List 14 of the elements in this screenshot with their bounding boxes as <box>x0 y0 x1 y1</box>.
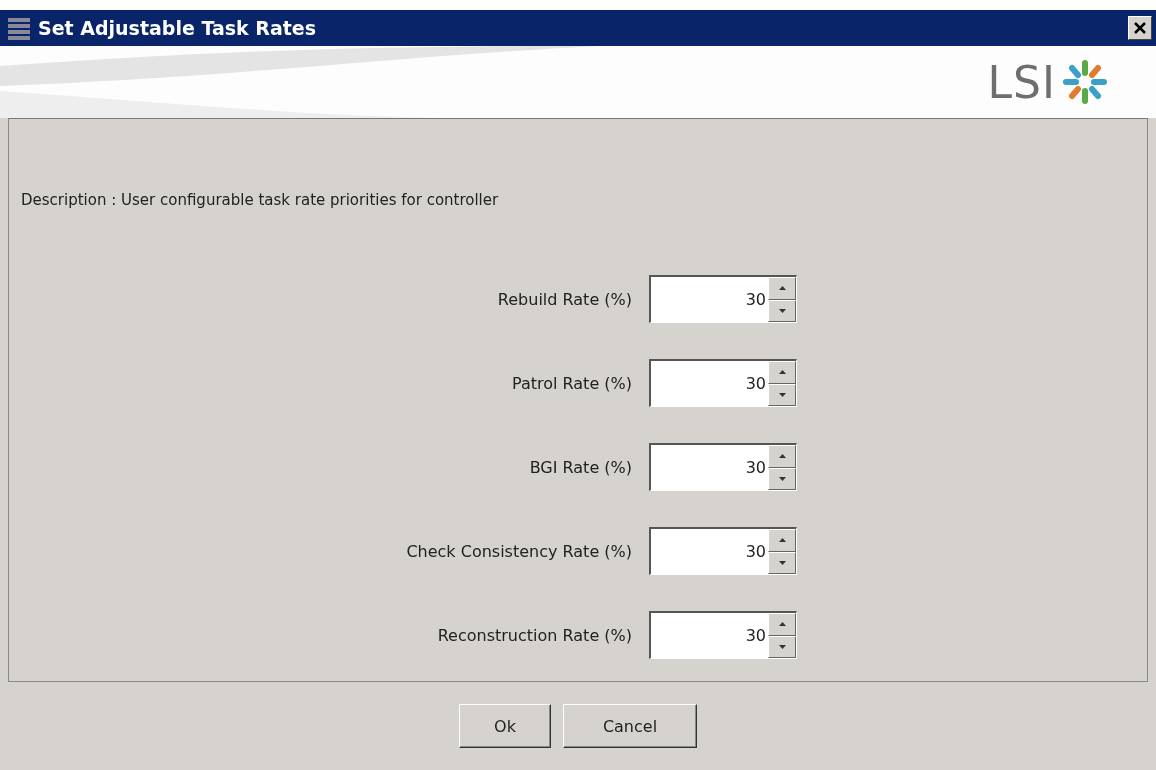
ok-button[interactable]: Ok <box>459 704 551 748</box>
close-button[interactable] <box>1128 16 1152 40</box>
field-label: BGI Rate (%) <box>528 457 633 477</box>
field-label: Rebuild Rate (%) <box>496 289 633 309</box>
close-icon <box>1134 22 1146 34</box>
description-text: Description : User configurable task rate priorities for controller <box>20 190 500 209</box>
logo-text: LSI <box>987 56 1056 108</box>
field-label: Check Consistency Rate (%) <box>405 541 633 561</box>
window-title: Set Adjustable Task Rates <box>38 17 318 39</box>
window-icon <box>8 16 30 40</box>
field-label: Patrol Rate (%) <box>511 373 633 393</box>
cancel-button[interactable]: Cancel <box>563 704 697 748</box>
field-label: Reconstruction Rate (%) <box>436 625 633 645</box>
logo-starburst-icon <box>1062 59 1108 105</box>
